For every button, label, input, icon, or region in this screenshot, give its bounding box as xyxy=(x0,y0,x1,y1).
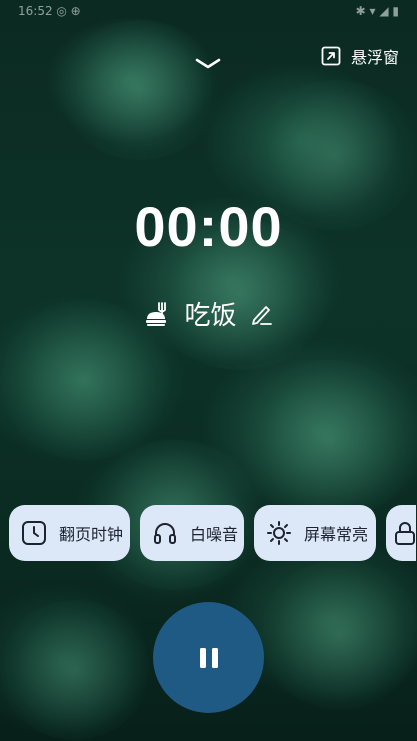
task-label: 吃饭 xyxy=(184,301,237,331)
open-external-icon xyxy=(321,46,341,66)
feature-chips: 翻页时钟 白噪音 屏幕常亮 xyxy=(9,505,416,561)
chevron-down-icon xyxy=(195,58,221,69)
white-noise-chip[interactable]: 白噪音 xyxy=(140,505,244,561)
leaf-decoration xyxy=(0,600,150,740)
headphones-icon xyxy=(152,520,178,546)
screen-on-label: 屏幕常亮 xyxy=(304,525,369,544)
timer-display: 00:00 xyxy=(134,195,283,258)
collapse-button[interactable] xyxy=(190,52,226,76)
status-bar-right: ✱ ▾ ◢ ▮ xyxy=(355,4,399,18)
leaf-decoration xyxy=(260,560,417,710)
sun-icon xyxy=(266,520,292,546)
pause-button[interactable] xyxy=(153,602,264,713)
float-window-button[interactable]: 悬浮窗 xyxy=(321,43,399,69)
status-bar-left: 16:52 ◎ ⊕ xyxy=(18,4,81,18)
float-window-label: 悬浮窗 xyxy=(350,48,399,67)
lock-icon xyxy=(392,520,416,546)
pencil-icon[interactable] xyxy=(251,302,273,330)
screen-on-chip[interactable]: 屏幕常亮 xyxy=(254,505,376,561)
task-row: 吃饭 xyxy=(0,296,417,336)
flip-clock-label: 翻页时钟 xyxy=(59,525,124,544)
leaf-decoration xyxy=(240,360,417,520)
meal-icon xyxy=(144,301,170,331)
leaf-decoration xyxy=(60,20,220,160)
flip-clock-chip[interactable]: 翻页时钟 xyxy=(9,505,130,561)
white-noise-label: 白噪音 xyxy=(190,525,239,544)
clock-icon xyxy=(21,520,47,546)
pause-icon xyxy=(199,647,218,668)
lock-chip[interactable] xyxy=(386,505,416,561)
status-bar: 16:52 ◎ ⊕ ✱ ▾ ◢ ▮ xyxy=(18,4,399,18)
